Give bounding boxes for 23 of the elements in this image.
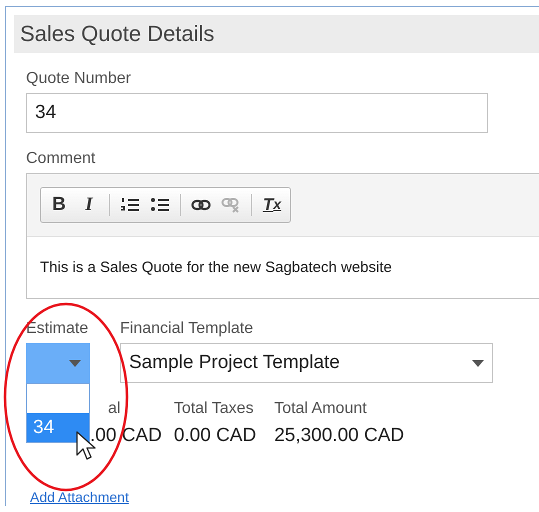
bold-button[interactable]: B xyxy=(45,190,73,219)
field-label: Estimate xyxy=(26,319,90,339)
add-attachment-link[interactable]: Add Attachment xyxy=(30,489,129,505)
quote-number-field[interactable]: 34 xyxy=(26,93,488,133)
caret-icon xyxy=(472,360,484,366)
italic-button[interactable]: I xyxy=(75,190,103,219)
panel-title: Sales Quote Details xyxy=(20,21,214,47)
total-label: Total Taxes xyxy=(174,399,255,419)
total-label: Total Amount xyxy=(274,399,368,419)
caret-icon xyxy=(69,360,81,366)
bulleted-list-icon xyxy=(151,196,169,213)
field-label: Financial Template xyxy=(120,319,254,339)
total-value: .00 CAD xyxy=(90,425,162,447)
template-dropdown[interactable]: Sample Project Template xyxy=(120,343,493,383)
field-label: Comment xyxy=(26,149,96,169)
unlink-icon xyxy=(221,196,241,213)
comment-text[interactable]: This is a Sales Quote for the new Sagbatech website xyxy=(27,236,539,298)
total-value: 25,300.00 CAD xyxy=(274,425,404,447)
field-label: Quote Number xyxy=(26,69,132,89)
total-label: al xyxy=(108,399,120,419)
total-value: 0.00 CAD xyxy=(174,425,256,447)
link-icon xyxy=(191,198,211,211)
numbered-list-icon xyxy=(121,196,139,213)
